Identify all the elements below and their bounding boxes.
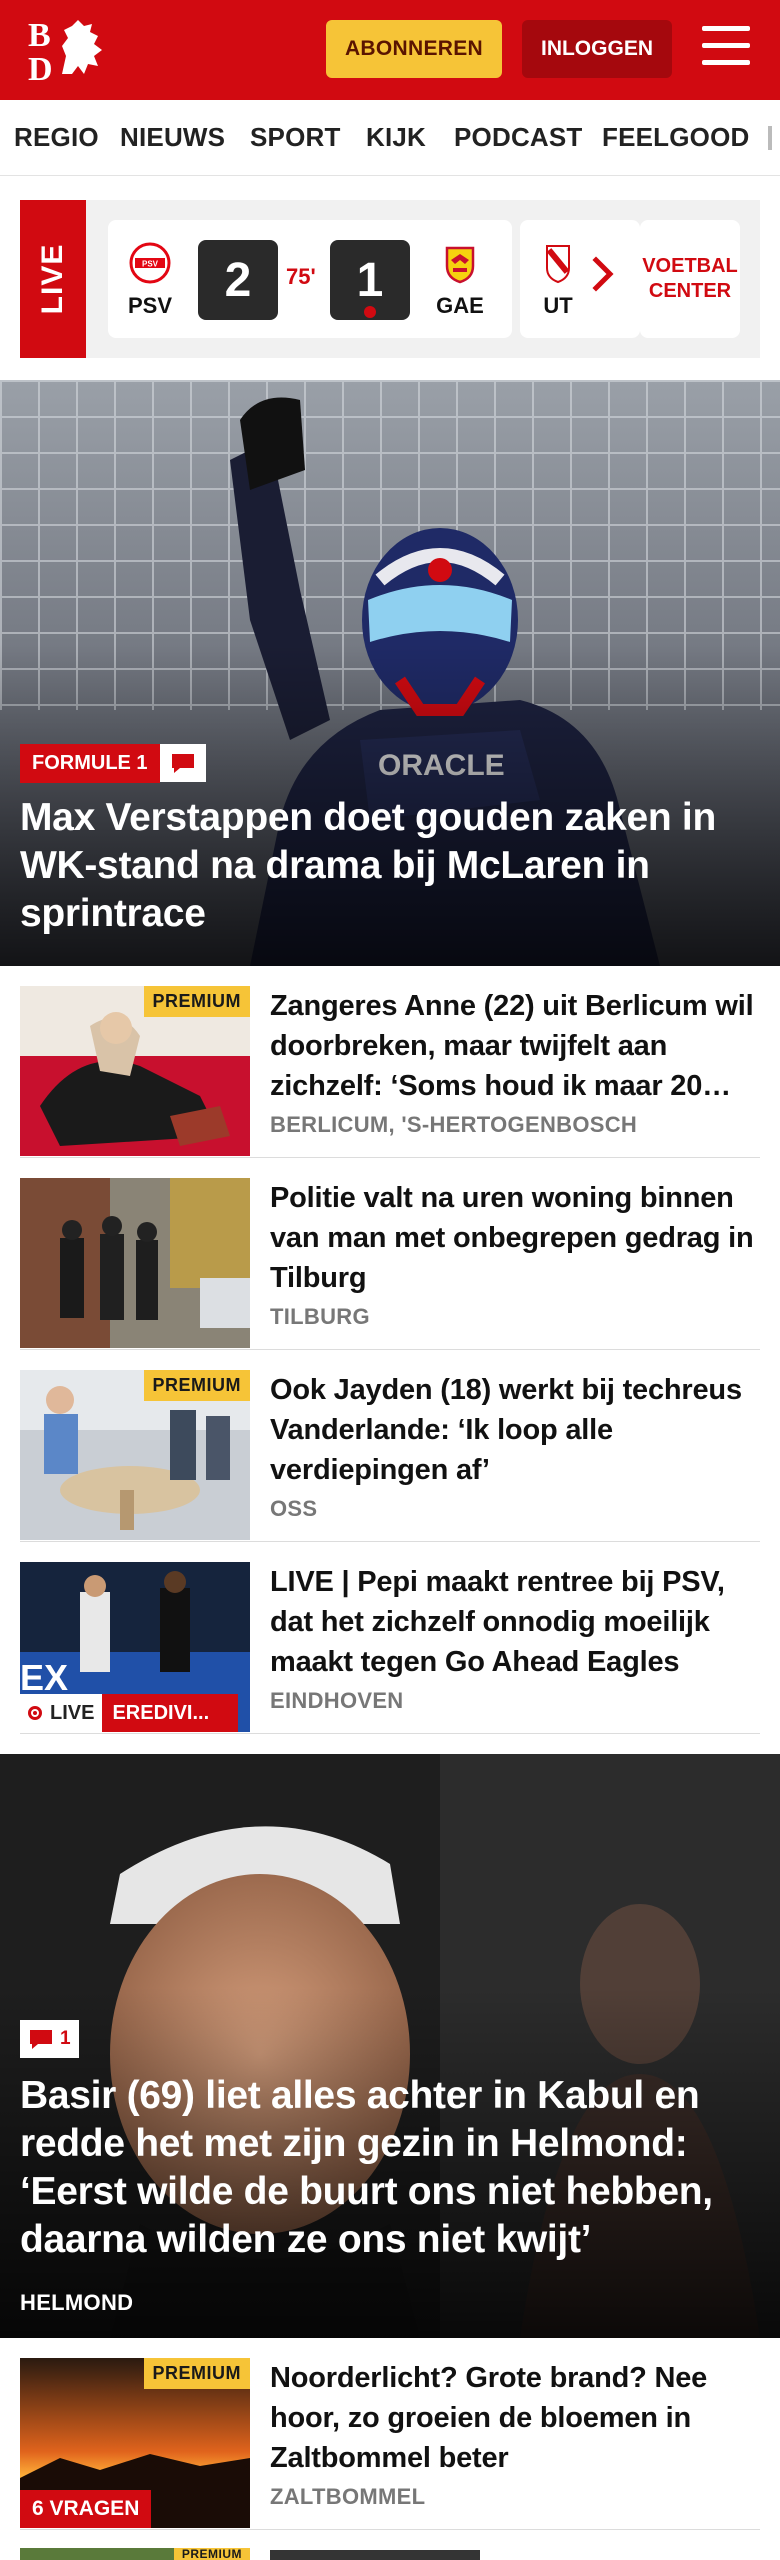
top-bar: B D ABONNEREN INLOGGEN xyxy=(0,0,780,100)
article-location: BERLICUM, 'S-HERTOGENBOSCH xyxy=(270,1112,638,1137)
home-team: PSV PSV xyxy=(118,242,182,319)
bd-logo[interactable]: B D xyxy=(28,16,114,84)
comment-icon xyxy=(30,2030,52,2049)
voetbal-center-button[interactable]: VOETBAL CENTER xyxy=(640,220,740,338)
list-item[interactable]: PREMIUM Ook Jayden (18) werkt bij techre… xyxy=(20,1350,760,1542)
feature-title[interactable]: Basir (69) liet alles achter in Kabul en… xyxy=(20,2072,770,2264)
premium-badge: PREMIUM xyxy=(143,986,250,1017)
nav-item-feelgood[interactable]: FEELGOOD xyxy=(602,122,750,153)
next-team: UT xyxy=(526,242,590,319)
category-label: EREDIVI... xyxy=(102,1694,239,1732)
article-thumbnail: PREMIUM 6 VRAGEN xyxy=(20,2358,250,2528)
feature-location: HELMOND xyxy=(20,2290,134,2315)
login-button[interactable]: INLOGGEN xyxy=(522,20,672,78)
feature-article[interactable]: 1 Basir (69) liet alles achter in Kabul … xyxy=(0,1754,780,2338)
list-item[interactable]: PREMIUM Zangeres Anne (22) uit Berlicum … xyxy=(20,966,760,1158)
comment-badge[interactable] xyxy=(159,744,206,782)
psv-crest-icon: PSV xyxy=(129,242,171,284)
premium-badge: PREMIUM xyxy=(143,1370,250,1401)
section-nav: REGIO NIEUWS SPORT KIJK PODCAST FEELGOOD xyxy=(0,100,780,176)
away-team: GAE xyxy=(428,242,492,319)
article-title[interactable]: Zangeres Anne (22) uit Berlicum wil door… xyxy=(270,986,760,1106)
thumbnail-image xyxy=(20,1178,250,1348)
article-location: TILBURG xyxy=(270,1304,370,1329)
home-team-name: PSV xyxy=(127,293,173,318)
match-minute: 75' xyxy=(286,264,316,289)
home-score: 2 xyxy=(198,240,278,320)
next-team-name: UT xyxy=(543,293,573,318)
hero-title[interactable]: Max Verstappen doet gouden zaken in WK-s… xyxy=(20,794,760,938)
hero-article[interactable]: ORACLE FORMULE 1 Max Verstappen doet gou… xyxy=(0,380,780,966)
hamburger-menu-icon[interactable] xyxy=(702,26,750,70)
live-label: LIVE xyxy=(20,200,86,358)
comment-count: 1 xyxy=(60,2028,71,2049)
svg-text:PSV: PSV xyxy=(142,260,159,269)
premium-badge: PREMIUM xyxy=(173,2548,250,2560)
article-thumbnail: PREMIUM xyxy=(20,1370,250,1540)
article-title[interactable]: Politie valt na uren woning binnen van m… xyxy=(270,1178,760,1298)
live-badge: LIVE EREDIVI... xyxy=(20,1694,239,1732)
questions-badge: 6 VRAGEN xyxy=(20,2490,152,2528)
chevron-right-icon[interactable] xyxy=(588,256,618,292)
goal-dot-icon xyxy=(364,306,376,318)
next-article-thumbnail-peek: PREMIUM xyxy=(20,2548,250,2560)
next-article-title-peek xyxy=(270,2550,480,2560)
voetbal-center-label-2: CENTER xyxy=(648,280,732,302)
live-indicator: LIVE xyxy=(20,1694,103,1732)
live-dot-icon xyxy=(28,1706,42,1720)
article-title[interactable]: Noorderlicht? Grote brand? Nee hoor, zo … xyxy=(270,2358,760,2478)
nav-item-podcast[interactable]: PODCAST xyxy=(454,122,583,153)
svg-text:EX: EX xyxy=(20,1657,68,1698)
article-title[interactable]: LIVE | Pepi maakt rentree bij PSV, dat h… xyxy=(270,1562,760,1682)
nav-item-sport[interactable]: SPORT xyxy=(250,122,341,153)
nav-item-nieuws[interactable]: NIEUWS xyxy=(120,122,225,153)
live-scores-strip: LIVE PSV PSV 2 75' 1 GAE UT VOETBAL CENT… xyxy=(20,200,760,358)
hero-category-tag[interactable]: FORMULE 1 xyxy=(20,744,160,783)
article-thumbnail xyxy=(20,1178,250,1348)
article-thumbnail: PREMIUM xyxy=(20,986,250,1156)
svg-text:B: B xyxy=(28,17,51,54)
article-location: ZALTBOMMEL xyxy=(270,2484,426,2509)
article-location: OSS xyxy=(270,1496,318,1521)
go-ahead-eagles-crest-icon xyxy=(445,246,475,284)
list-item[interactable]: Politie valt na uren woning binnen van m… xyxy=(20,1158,760,1350)
nav-overflow-indicator xyxy=(768,126,772,150)
comment-icon xyxy=(171,754,194,773)
svg-text:D: D xyxy=(28,51,53,84)
nav-item-kijk[interactable]: KIJK xyxy=(366,122,426,153)
next-match-card[interactable]: UT xyxy=(520,220,640,338)
article-location: EINDHOVEN xyxy=(270,1688,404,1713)
subscribe-button[interactable]: ABONNEREN xyxy=(326,20,502,78)
premium-badge: PREMIUM xyxy=(143,2358,250,2389)
list-item[interactable]: PREMIUM 6 VRAGEN Noorderlicht? Grote bra… xyxy=(20,2338,760,2530)
list-item[interactable]: EX LIVE EREDIVI... LIVE | Pepi maakt ren… xyxy=(20,1542,760,1734)
article-title[interactable]: Ook Jayden (18) werkt bij techreus Vande… xyxy=(270,1370,760,1490)
away-team-name: GAE xyxy=(436,293,484,318)
hero-tags: FORMULE 1 xyxy=(20,744,206,783)
away-score: 1 xyxy=(330,240,410,320)
fc-utrecht-crest-icon xyxy=(546,245,570,284)
match-card[interactable]: PSV PSV 2 75' 1 GAE xyxy=(108,220,512,338)
comment-badge[interactable]: 1 xyxy=(20,2020,79,2058)
article-thumbnail: EX LIVE EREDIVI... xyxy=(20,1562,250,1732)
nav-item-regio[interactable]: REGIO xyxy=(14,122,99,153)
voetbal-center-label-1: VOETBAL xyxy=(642,255,738,277)
